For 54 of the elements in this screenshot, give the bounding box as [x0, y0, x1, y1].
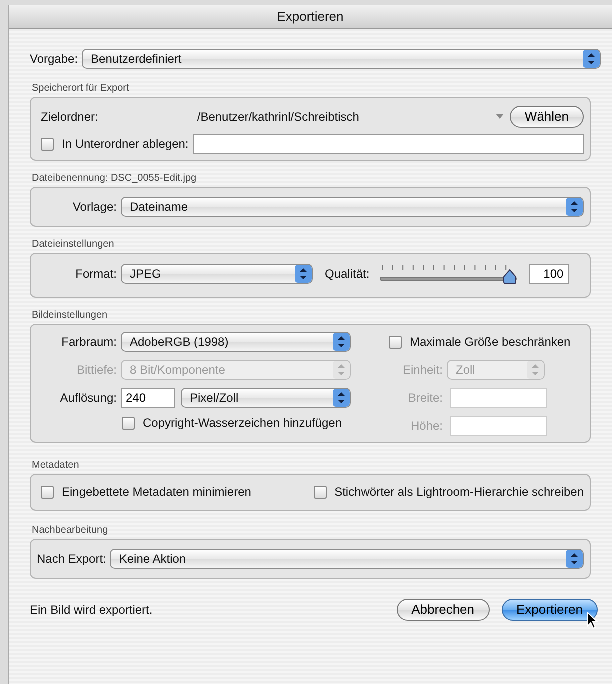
- group-title: Metadaten: [32, 460, 80, 472]
- group-title: Nachbearbeitung: [32, 525, 108, 537]
- disclosure-icon[interactable]: [496, 114, 504, 120]
- dropdown[interactable]: JPEG: [121, 264, 313, 284]
- field-label: Nach Export:: [37, 551, 106, 568]
- field-label: Farbraum:: [60, 334, 117, 351]
- arrows-icon: [566, 198, 583, 216]
- subfolder-field[interactable]: [192, 134, 584, 154]
- arrows-icon: [333, 333, 350, 351]
- arrows-icon: [527, 361, 544, 379]
- dialog-button[interactable]: Abbrechen: [396, 599, 490, 621]
- field-label: Breite:: [407, 390, 443, 407]
- arrows-icon: [295, 265, 312, 283]
- group-title: Speicherort für Export: [32, 83, 130, 95]
- dropdown[interactable]: Pixel/Zoll: [181, 388, 351, 408]
- resolution-field[interactable]: 240: [121, 388, 175, 408]
- arrows-icon: [333, 389, 350, 407]
- field-label: Format:: [74, 266, 117, 283]
- checkbox[interactable]: [41, 486, 54, 498]
- dropdown[interactable]: AdobeRGB (1998): [121, 332, 351, 352]
- choose-button[interactable]: Wählen: [510, 106, 584, 128]
- group-title: Bildeinstellungen: [32, 310, 108, 322]
- cursor-icon: [587, 612, 599, 630]
- group-title: Dateieinstellungen: [32, 239, 114, 251]
- checkbox[interactable]: [389, 336, 402, 348]
- checkbox[interactable]: [41, 138, 54, 150]
- checkbox[interactable]: [314, 486, 327, 498]
- dropdown[interactable]: Benutzerdefiniert: [82, 49, 601, 69]
- dropdown[interactable]: Dateiname: [121, 197, 584, 217]
- field-label: Einheit:: [402, 362, 443, 379]
- checkbox-label[interactable]: Eingebettete Metadaten minimieren: [62, 483, 252, 501]
- field-label: Höhe:: [410, 418, 443, 435]
- group-title: Dateibenennung: DSC_0055-Edit.jpg: [32, 173, 197, 185]
- quality-field[interactable]: 100: [528, 264, 569, 284]
- field-label: Auflösung:: [59, 390, 117, 407]
- field-label: Qualität:: [325, 266, 370, 283]
- field-label: Bittiefe:: [76, 362, 117, 379]
- slider-thumb[interactable]: [502, 269, 517, 285]
- field-label: Vorlage:: [72, 199, 117, 216]
- checkbox[interactable]: [122, 416, 135, 430]
- arrows-icon: [583, 50, 600, 68]
- field-label: Vorgabe:: [30, 51, 78, 68]
- arrows-icon: [333, 361, 350, 379]
- checkbox-label[interactable]: In Unterordner ablegen:: [62, 135, 189, 153]
- dropdown[interactable]: Keine Aktion: [110, 549, 584, 569]
- checkbox-label[interactable]: Maximale Größe beschränken: [410, 333, 571, 351]
- window-title: Exportieren: [9, 5, 612, 29]
- arrows-icon: [566, 550, 583, 568]
- status-text: Ein Bild wird exportiert.: [30, 602, 153, 619]
- checkbox-label[interactable]: Stichwörter als Lightroom-Hierarchie schreiben: [334, 483, 584, 501]
- checkbox-label[interactable]: Copyright-Wasserzeichen hinzufügen: [143, 414, 342, 432]
- field-label: Zielordner:: [41, 109, 98, 126]
- folder-path: /Benutzer/kathrinl/Schreibtisch: [197, 109, 360, 126]
- slider-track[interactable]: [380, 263, 517, 285]
